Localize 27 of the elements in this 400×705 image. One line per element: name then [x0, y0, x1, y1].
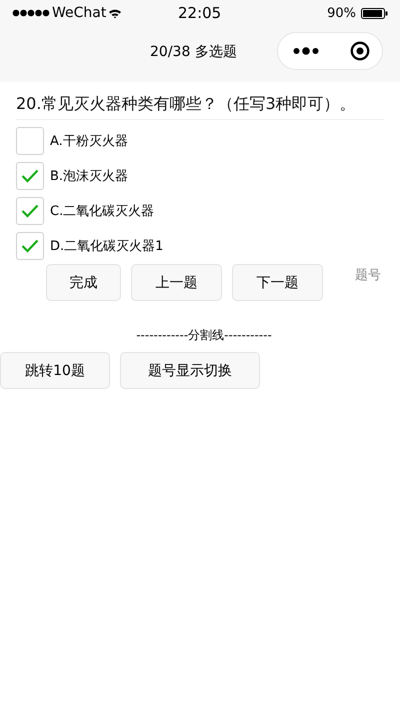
check-icon [21, 204, 39, 218]
divider-text: ------------分割线----------- [135, 327, 273, 344]
checkbox[interactable] [16, 127, 44, 155]
clock-time: 22:05 [178, 4, 222, 22]
question-text: 20.常见灭火器种类有哪些？（任写3种即可）。 [16, 92, 384, 120]
option-label: D.二氧化碳灭火器1 [50, 238, 164, 255]
wifi-icon [108, 8, 122, 18]
action-button[interactable]: 题号显示切换 [120, 352, 260, 389]
checkbox[interactable] [16, 232, 44, 260]
action-button[interactable]: 完成 [46, 264, 121, 301]
checkbox[interactable] [16, 197, 44, 225]
option-label: C.二氧化碳灭火器 [50, 203, 154, 220]
signal-icon [12, 9, 50, 17]
battery-icon [361, 8, 388, 18]
check-icon [21, 169, 39, 183]
check-icon [21, 239, 39, 253]
battery-percent: 90% [327, 6, 356, 20]
carrier-name: WeChat [52, 5, 106, 21]
more-icon[interactable] [293, 47, 319, 55]
action-button[interactable]: 上一题 [131, 264, 222, 301]
action-button[interactable]: 下一题 [232, 264, 323, 301]
side-label: 题号 [355, 267, 381, 284]
option-label: A.干粉灭火器 [50, 133, 128, 150]
action-button[interactable]: 跳转10题 [0, 352, 110, 389]
checkbox[interactable] [16, 162, 44, 190]
page-title: 20/38 多选题 [150, 43, 237, 61]
option-label: B.泡沫灭火器 [50, 168, 128, 185]
